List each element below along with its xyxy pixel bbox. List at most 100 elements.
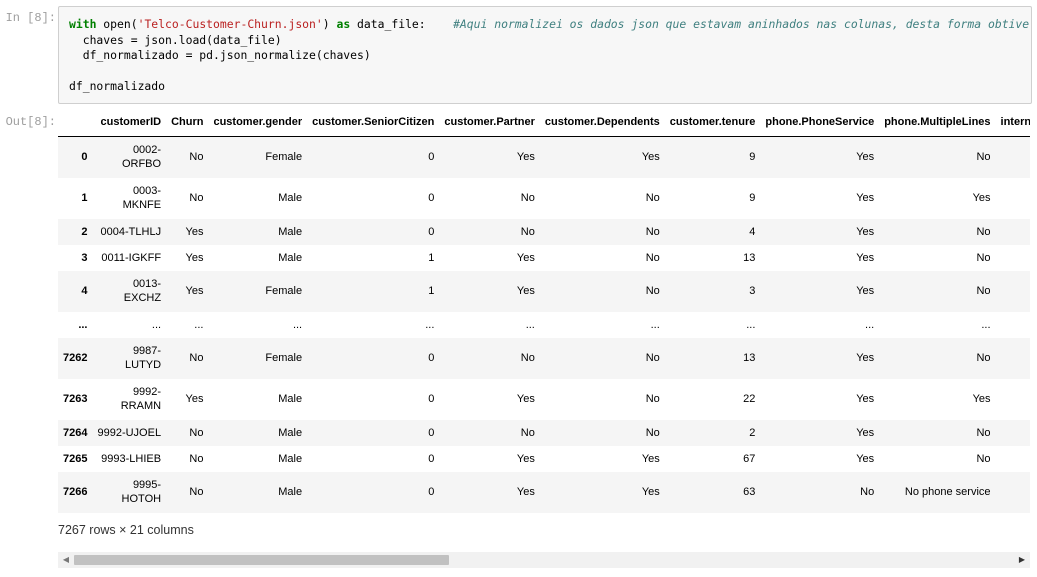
cell-internet	[996, 219, 1030, 245]
cell-partner: No	[520, 192, 535, 204]
cell-internet	[996, 245, 1030, 271]
table-header-row: customerID Churn customer.gender custome…	[58, 108, 1030, 137]
cell-internet	[996, 137, 1030, 178]
cell-dependents: No	[645, 192, 660, 204]
cell-phone-service: Yes	[856, 251, 875, 264]
table-row: 7266 9995-HOTOH No Male 0 Yes Yes 63 No …	[58, 471, 1030, 513]
code-as-target: data_file:	[350, 17, 454, 31]
output-prompt: Out[8]:	[5, 115, 56, 129]
cell-customer-id: 0013-EXCHZ	[123, 278, 162, 304]
column-header: customerID	[92, 108, 167, 137]
cell-phone-service: Yes	[856, 285, 875, 297]
code-editor[interactable]: with open('Telco-Customer-Churn.json') a…	[69, 17, 1031, 95]
cell-partner: Yes	[516, 285, 535, 297]
cell-partner: Yes	[516, 251, 535, 264]
cell-dependents: No	[645, 251, 660, 264]
output-area[interactable]: customerID Churn customer.gender custome…	[58, 108, 1030, 518]
cell-tenure: 2	[749, 426, 756, 439]
cell-tenure: 9	[749, 151, 756, 164]
row-index: 0	[81, 151, 88, 164]
cell-customer-id: 9993-LHIEB	[101, 452, 162, 465]
cell-gender: Male	[278, 486, 303, 498]
cell-partner: No	[520, 352, 535, 364]
cell-tenure: 9	[749, 192, 756, 204]
code-filename-string: 'Telco-Customer-Churn.json'	[137, 17, 323, 31]
cell-churn: No	[189, 486, 204, 498]
table-row: 7264 9992-UJOEL No Male 0 No No 2 Yes No	[58, 419, 1030, 446]
cell-dependents: Yes	[641, 151, 660, 164]
keyword-with: with	[69, 17, 97, 31]
code-cell[interactable]: with open('Telco-Customer-Churn.json') a…	[58, 6, 1032, 104]
cell-churn: Yes	[185, 285, 204, 297]
cell-multiple-lines: Yes	[972, 393, 991, 405]
cell-customer-id: 9992-UJOEL	[97, 426, 162, 439]
cell-tenure: 4	[749, 225, 756, 238]
row-index: 2	[81, 225, 88, 238]
cell-gender: Male	[278, 426, 303, 439]
cell-dependents: No	[645, 352, 660, 364]
cell-partner: No	[520, 225, 535, 238]
cell-gender: Female	[265, 285, 303, 297]
row-index: 1	[81, 192, 88, 204]
column-header: phone.MultipleLines	[879, 108, 996, 137]
cell-dependents: Yes	[641, 486, 660, 498]
code-open-call: open(	[96, 17, 138, 31]
cell-customer-id: 0011-IGKFF	[101, 251, 162, 264]
cell-tenure: 22	[743, 393, 756, 405]
horizontal-scrollbar[interactable]: ◀ ▶	[58, 552, 1030, 568]
cell-dependents: No	[645, 393, 660, 405]
cell-internet	[996, 338, 1030, 379]
cell-churn: No	[189, 151, 204, 164]
table-row: 7263 9992-RRAMN Yes Male 0 Yes No 22 Yes…	[58, 378, 1030, 420]
column-header: phone.PhoneService	[760, 108, 880, 137]
cell-churn: Yes	[185, 393, 204, 405]
cell-gender: Male	[278, 192, 303, 204]
cell-phone-service: Yes	[856, 393, 875, 405]
cell-internet	[996, 446, 1030, 472]
cell-senior-citizen: 1	[428, 285, 435, 297]
cell-senior-citizen: 0	[428, 426, 435, 439]
table-row: 3 0011-IGKFF Yes Male 1 Yes No 13 Yes No	[58, 244, 1030, 271]
table-row-ellipsis: ... ... ... ... ... ... ... ... ... ...	[58, 311, 1030, 338]
table-row: 7262 9987-LUTYD No Female 0 No No 13 Yes…	[58, 337, 1030, 379]
cell-multiple-lines: No	[976, 225, 991, 238]
cell-internet	[996, 271, 1030, 312]
triangle-left-icon[interactable]: ◀	[58, 552, 74, 568]
cell-partner: Yes	[516, 452, 535, 465]
cell-multiple-lines: No	[976, 151, 991, 164]
cell-multiple-lines: No	[976, 251, 991, 264]
cell-internet	[996, 379, 1030, 420]
cell-senior-citizen: 0	[428, 486, 435, 498]
cell-dependents: No	[645, 426, 660, 439]
cell-partner: Yes	[516, 393, 535, 405]
table-row: 7265 9993-LHIEB No Male 0 Yes Yes 67 Yes…	[58, 445, 1030, 472]
triangle-right-icon[interactable]: ▶	[1014, 552, 1030, 568]
cell-internet	[996, 312, 1030, 338]
cell-phone-service: Yes	[856, 426, 875, 439]
row-index: 7263	[63, 393, 88, 405]
cell-phone-service: Yes	[856, 352, 875, 364]
cell-multiple-lines: No	[976, 352, 991, 364]
column-header: customer.SeniorCitizen	[307, 108, 440, 137]
row-index: 7262	[63, 352, 88, 364]
scrollbar-thumb[interactable]	[74, 555, 449, 565]
cell-phone-service: ...	[865, 318, 875, 331]
cell-senior-citizen: ...	[425, 318, 435, 331]
index-header	[58, 108, 93, 137]
code-line-2: chaves = json.load(data_file)	[69, 32, 282, 47]
cell-churn: Yes	[185, 251, 204, 264]
cell-multiple-lines: No	[976, 426, 991, 439]
cell-gender: Female	[265, 151, 303, 164]
input-prompt: In [8]:	[5, 11, 56, 25]
cell-internet	[996, 178, 1030, 219]
table-row: 4 0013-EXCHZ Yes Female 1 Yes No 3 Yes N…	[58, 270, 1030, 312]
table-row: 1 0003-MKNFE No Male 0 No No 9 Yes Yes	[58, 177, 1030, 219]
cell-multiple-lines: No phone service	[904, 486, 991, 498]
column-header: customer.tenure	[664, 108, 761, 137]
cell-multiple-lines: No	[976, 452, 991, 465]
cell-dependents: No	[645, 285, 660, 297]
cell-tenure: 13	[743, 251, 756, 264]
cell-multiple-lines: Yes	[972, 192, 991, 204]
code-close-paren: )	[322, 17, 330, 31]
cell-tenure: ...	[746, 318, 756, 331]
